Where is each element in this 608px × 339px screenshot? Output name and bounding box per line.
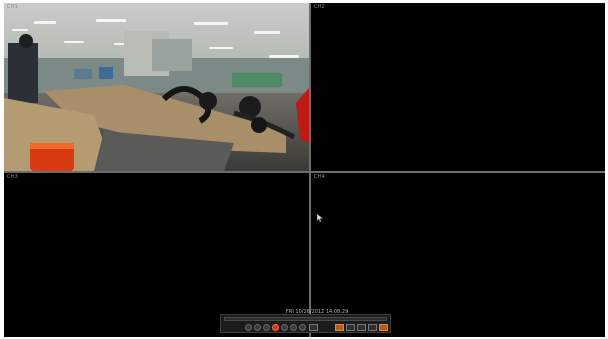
camera-feed-image (4, 3, 309, 171)
channel-label: CH3 (7, 174, 19, 180)
record-icon[interactable] (335, 324, 344, 331)
camera-pane-2[interactable]: CH2 (311, 3, 605, 171)
channel-label: CH2 (314, 4, 326, 10)
layout-icon[interactable] (309, 324, 318, 331)
channel-label: CH4 (314, 174, 326, 180)
close-icon[interactable] (379, 324, 388, 331)
zoom-icon[interactable] (357, 324, 366, 331)
mouse-cursor-icon (317, 214, 323, 222)
playback-toolbar (220, 314, 391, 333)
channel-label: CH1 (7, 4, 19, 10)
fast-forward-icon[interactable] (290, 324, 297, 331)
camera-pane-4[interactable]: CH4 (311, 173, 605, 337)
camera-pane-1[interactable]: CH1 (4, 3, 309, 171)
play-icon[interactable] (272, 324, 279, 331)
skip-forward-icon[interactable] (299, 324, 306, 331)
step-forward-icon[interactable] (281, 324, 288, 331)
horizontal-divider (4, 171, 605, 173)
camera-pane-3[interactable]: CH3 (4, 173, 309, 337)
playback-progress-bar[interactable] (224, 317, 387, 321)
snapshot-icon[interactable] (346, 324, 355, 331)
dvr-screen: CH1 CH2 CH3 CH4 FRI 10/26/2012 14:08:29 (4, 3, 605, 337)
step-back-icon[interactable] (263, 324, 270, 331)
skip-back-icon[interactable] (245, 324, 252, 331)
settings-icon[interactable] (368, 324, 377, 331)
rewind-icon[interactable] (254, 324, 261, 331)
vertical-divider (309, 3, 311, 337)
